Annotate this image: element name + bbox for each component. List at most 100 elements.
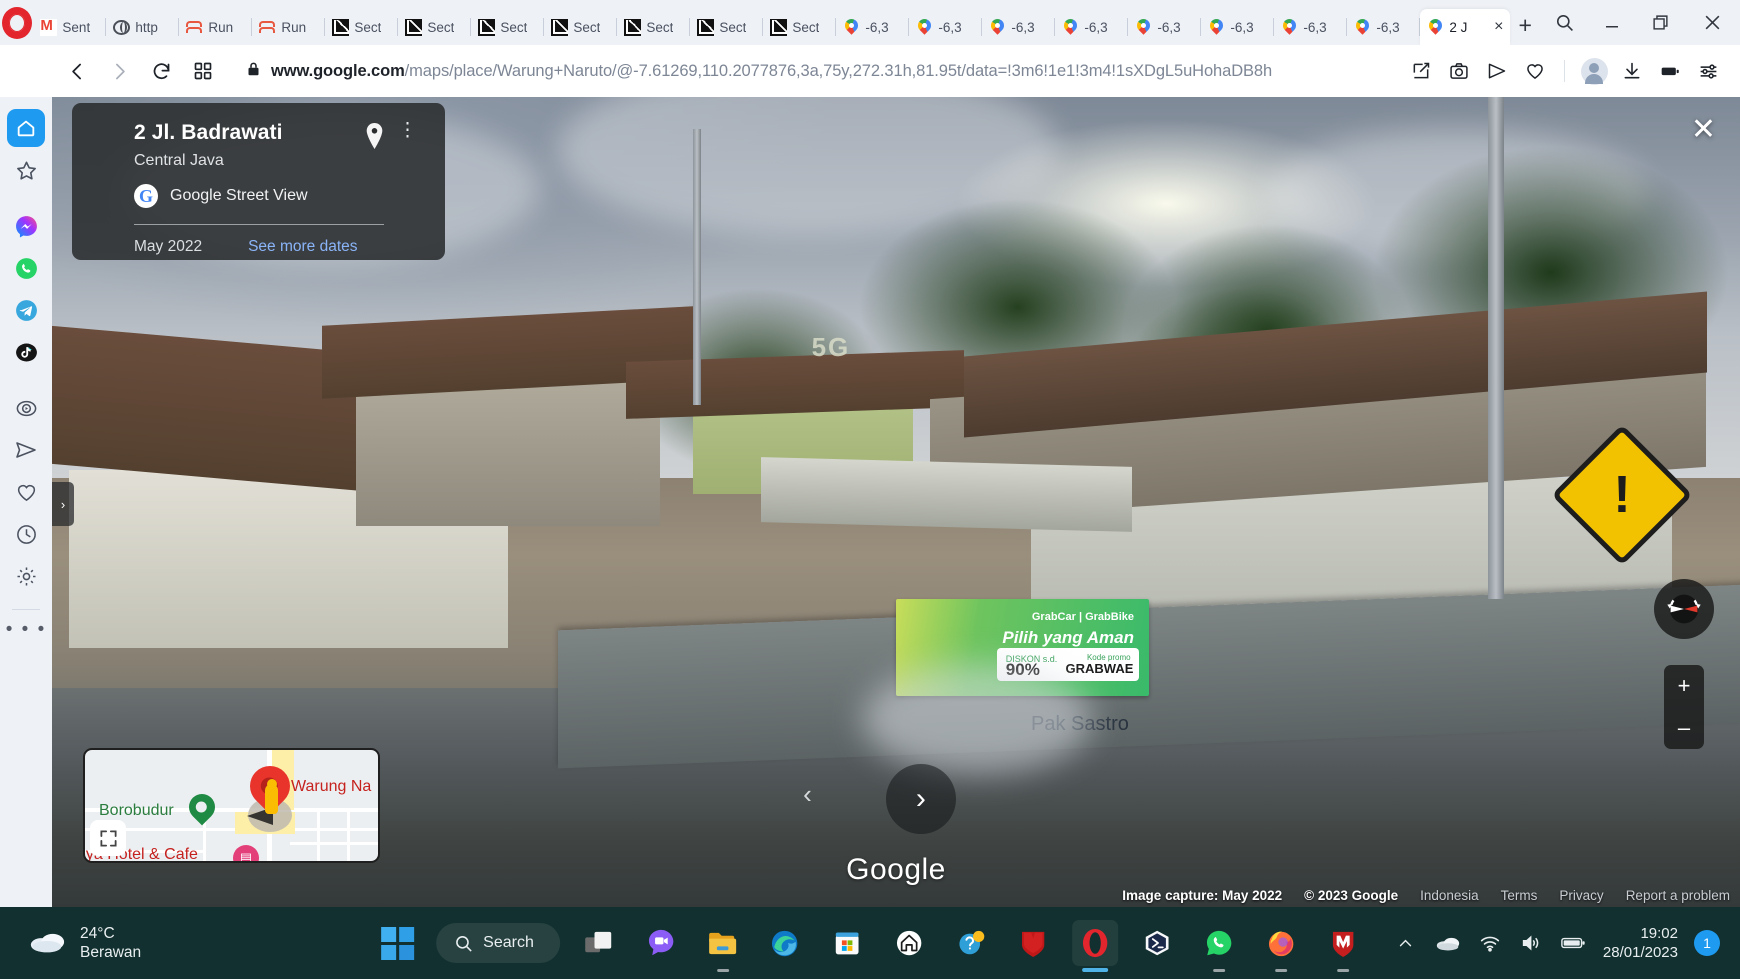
tab-close-icon[interactable]: × [1494, 19, 1503, 35]
tab-18[interactable]: -6,3 [1347, 9, 1421, 45]
taskbar-app-task-view[interactable] [576, 920, 622, 966]
sidebar-more-button[interactable]: • • • [6, 620, 47, 639]
see-more-dates-link[interactable]: See more dates [248, 238, 357, 256]
tab-15[interactable]: -6,3 [1128, 9, 1202, 45]
nav-forward-arrow[interactable]: › [885, 764, 956, 835]
volume-icon[interactable] [1519, 930, 1545, 956]
taskbar-app-firefox[interactable] [1258, 920, 1304, 972]
address-bar[interactable]: www.google.com/maps/place/Warung+Naruto/… [234, 52, 1391, 90]
tab-2[interactable]: Run [179, 9, 253, 45]
sidebar-item-messenger[interactable] [7, 207, 45, 245]
zoom-in-button[interactable]: + [1678, 675, 1691, 697]
tab-grid-icon[interactable] [184, 52, 222, 90]
taskbar-app-mcafee[interactable] [1010, 920, 1056, 966]
panel-expander-button[interactable]: › [52, 482, 74, 526]
chevron-up-icon[interactable] [1393, 930, 1419, 956]
battery-icon[interactable] [1652, 53, 1688, 89]
sidebar-item-send[interactable] [7, 431, 45, 469]
forward-icon[interactable] [100, 52, 138, 90]
minimize-button[interactable] [1588, 0, 1636, 45]
hotel-poi-icon[interactable]: ▤ [233, 845, 259, 861]
wifi-icon[interactable] [1477, 930, 1503, 956]
tab-10[interactable]: Sect [763, 9, 837, 45]
clock[interactable]: 19:02 28/01/2023 [1603, 924, 1678, 963]
nav-back-arrow[interactable]: ‹ [803, 779, 812, 810]
tab-11[interactable]: -6,3 [836, 9, 910, 45]
close-icon[interactable]: ✕ [1691, 112, 1716, 147]
search-input[interactable]: Search [436, 923, 560, 963]
tab-3[interactable]: Run [252, 9, 326, 45]
pin-edit-icon[interactable] [1403, 53, 1439, 89]
taskbar-app-microsoft-store[interactable] [824, 920, 870, 966]
download-icon[interactable] [1614, 53, 1650, 89]
kebab-menu-icon[interactable]: ⋮ [398, 121, 417, 140]
taskbar-app-chat[interactable] [638, 920, 684, 966]
tab-14[interactable]: -6,3 [1055, 9, 1129, 45]
close-button[interactable] [1684, 0, 1740, 45]
sidebar-item-pinboard[interactable] [7, 473, 45, 511]
tab-0[interactable]: Sent [33, 9, 107, 45]
taskbar-app-whatsapp[interactable] [1196, 920, 1242, 972]
taskbar-app-file-explorer[interactable] [700, 920, 746, 972]
notification-badge[interactable]: 1 [1694, 930, 1720, 956]
tab-7[interactable]: Sect [544, 9, 618, 45]
reload-icon[interactable] [142, 52, 180, 90]
sidebar-item-whatsapp[interactable] [7, 249, 45, 287]
attribution-link-privacy[interactable]: Privacy [1559, 888, 1603, 903]
settings-sliders-icon[interactable] [1690, 53, 1726, 89]
tab-9[interactable]: Sect [690, 9, 764, 45]
attribution-link-terms[interactable]: Terms [1501, 888, 1538, 903]
tab-17[interactable]: -6,3 [1274, 9, 1348, 45]
fullscreen-icon[interactable] [90, 820, 126, 856]
windows-start-icon[interactable] [374, 920, 420, 966]
tab-label: Sect [792, 19, 820, 35]
tab-12[interactable]: -6,3 [909, 9, 983, 45]
camera-icon[interactable] [1441, 53, 1477, 89]
search-icon[interactable] [1540, 0, 1588, 45]
browser-toolbar: www.google.com/maps/place/Warung+Naruto/… [0, 45, 1740, 97]
tab-1[interactable]: http [106, 9, 180, 45]
chevron-logo-icon [259, 19, 276, 36]
taskbar-app-help[interactable] [948, 920, 994, 966]
minimap[interactable]: Borobudur Warung Na aya Hotel & Cafe ▤ [83, 748, 380, 863]
maximize-button[interactable] [1636, 0, 1684, 45]
send-icon[interactable] [1479, 53, 1515, 89]
taskbar-app-microsoft-edge[interactable] [762, 920, 808, 966]
sidebar-item-telegram[interactable] [7, 291, 45, 329]
tab-label: Sent [62, 19, 91, 35]
pegman-icon[interactable] [265, 779, 278, 814]
heart-icon[interactable] [1517, 53, 1553, 89]
taskbar-app-powershell[interactable] [1134, 920, 1180, 966]
system-tray: 19:02 28/01/2023 1 [1393, 924, 1740, 963]
location-pin-icon[interactable] [364, 123, 385, 154]
onedrive-cloud-icon[interactable] [1435, 930, 1461, 956]
tab-19-active[interactable]: 2 J × [1420, 9, 1511, 45]
sidebar-item-settings[interactable] [7, 557, 45, 595]
sidebar-item-history[interactable] [7, 515, 45, 553]
battery-icon[interactable] [1561, 930, 1587, 956]
back-icon[interactable] [58, 52, 96, 90]
avatar[interactable] [1576, 53, 1612, 89]
map-pin-borobudur[interactable] [183, 788, 221, 826]
tab-5[interactable]: Sect [398, 9, 472, 45]
sidebar-item-home[interactable] [7, 109, 45, 147]
attribution-link-country[interactable]: Indonesia [1420, 888, 1479, 903]
attribution-link-report[interactable]: Report a problem [1626, 888, 1730, 903]
tab-8[interactable]: Sect [617, 9, 691, 45]
weather-widget[interactable]: 24°C Berawan [28, 924, 141, 963]
zoom-out-button[interactable]: – [1678, 717, 1690, 739]
map-label-borobudur: Borobudur [99, 802, 174, 819]
new-tab-button[interactable]: + [1510, 5, 1540, 45]
sidebar-item-player[interactable] [7, 389, 45, 427]
compass-icon[interactable] [1654, 579, 1714, 639]
tab-6[interactable]: Sect [471, 9, 545, 45]
sidebar-item-tiktok[interactable] [7, 333, 45, 371]
street-view-info-card: 2 Jl. Badrawati Central Java G Google St… [72, 103, 445, 260]
sidebar-item-favorites[interactable] [7, 151, 45, 189]
tab-13[interactable]: -6,3 [982, 9, 1056, 45]
taskbar-app-mcafee-2[interactable] [1320, 920, 1366, 972]
taskbar-app-opera[interactable] [1071, 920, 1118, 972]
taskbar-app-home[interactable] [886, 920, 932, 966]
tab-4[interactable]: Sect [325, 9, 399, 45]
tab-16[interactable]: -6,3 [1201, 9, 1275, 45]
